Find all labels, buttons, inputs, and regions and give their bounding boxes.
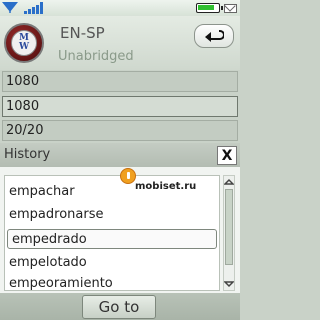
network-bars-icon <box>24 2 43 14</box>
scroll-up-icon[interactable] <box>224 177 234 187</box>
dictionary-logo: M W <box>4 23 44 63</box>
signal-icon <box>2 2 18 13</box>
battery-icon <box>196 3 223 13</box>
watermark-logo-icon <box>120 168 136 184</box>
logo-letter-w: W <box>18 42 30 52</box>
envelope-icon <box>224 4 237 13</box>
back-button[interactable] <box>194 24 234 48</box>
entry-field[interactable]: 1080 <box>2 96 238 117</box>
scroll-down-icon[interactable] <box>224 279 234 289</box>
back-arrow-icon <box>205 30 224 42</box>
dictionary-name: EN-SP <box>60 24 105 42</box>
history-list: empachar empadronarse empedrado empelota… <box>4 175 220 291</box>
footer-bar: Go to <box>0 293 240 320</box>
result-count: 20/20 <box>2 120 238 141</box>
watermark: mobiset.ru <box>135 181 197 192</box>
logo-emblem: M W <box>11 30 37 56</box>
scroll-thumb[interactable] <box>225 189 233 265</box>
list-item[interactable]: empeoramiento <box>5 274 219 294</box>
status-bar <box>0 0 240 16</box>
search-field[interactable]: 1080 <box>2 71 238 92</box>
history-title: History <box>4 147 51 162</box>
list-item-selected[interactable]: empedrado <box>7 229 217 249</box>
goto-button[interactable]: Go to <box>82 295 156 319</box>
app-header: M W EN-SP Unabridged <box>0 16 240 70</box>
history-header: History X <box>0 143 240 167</box>
dictionary-edition: Unabridged <box>58 49 134 64</box>
list-item[interactable]: empadronarse <box>5 205 219 225</box>
history-panel: empachar empadronarse empedrado empelota… <box>0 167 240 293</box>
list-item[interactable]: empelotado <box>5 253 219 273</box>
battery-level <box>198 5 214 10</box>
close-button[interactable]: X <box>217 146 237 165</box>
scrollbar[interactable] <box>223 175 235 291</box>
